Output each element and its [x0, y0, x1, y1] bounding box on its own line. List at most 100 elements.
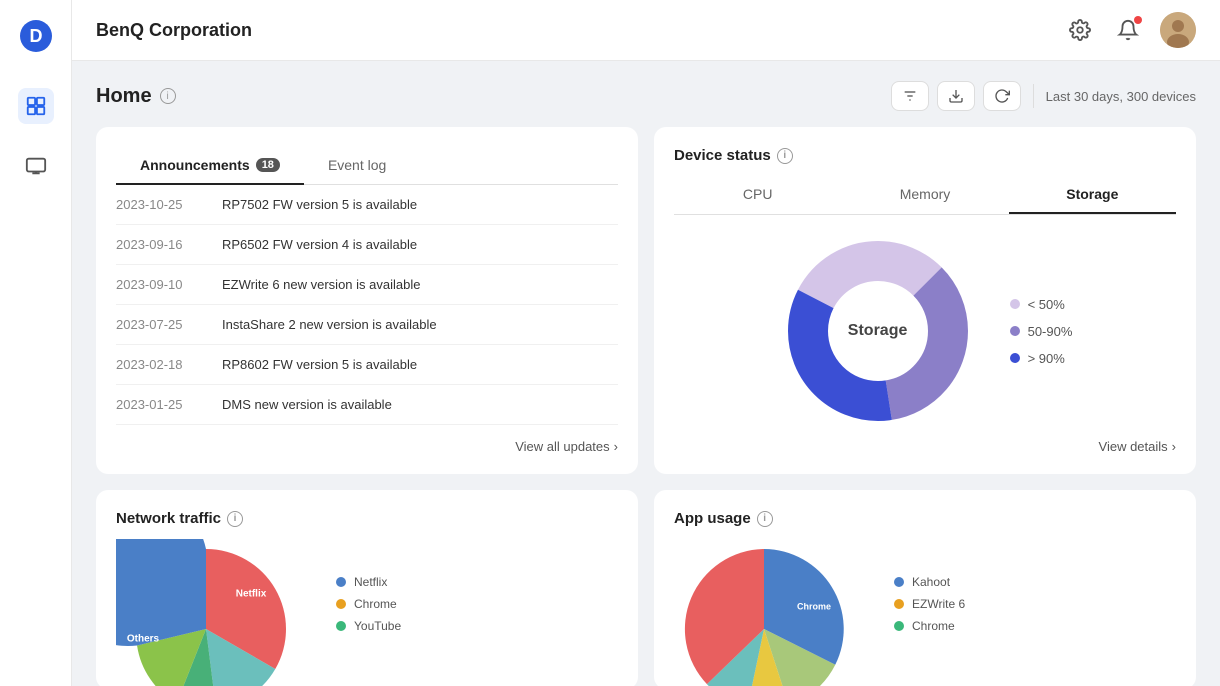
topbar: BenQ Corporation [72, 0, 1220, 61]
pie-dot [336, 599, 346, 609]
filter-label: Last 30 days, 300 devices [1046, 89, 1196, 104]
ann-text: EZWrite 6 new version is available [222, 277, 420, 292]
app-legend-item: Kahoot [894, 575, 965, 589]
svg-text:Others: Others [127, 634, 160, 645]
tab-memory[interactable]: Memory [841, 176, 1008, 214]
download-button[interactable] [937, 81, 975, 111]
sidebar-item-dashboard[interactable] [18, 88, 54, 124]
storage-chart-area: Storage < 50% 50-90% > 90% [674, 231, 1176, 431]
app-usage-title: App usage i [674, 510, 1176, 527]
ann-date: 2023-07-25 [116, 317, 206, 332]
network-legend-item: Netflix [336, 575, 401, 589]
announcement-item: 2023-02-18 RP8602 FW version 5 is availa… [116, 345, 618, 385]
topbar-actions [1064, 12, 1196, 48]
page-header-actions: Last 30 days, 300 devices [891, 81, 1196, 111]
device-status-tabs: CPU Memory Storage [674, 176, 1176, 215]
tab-storage[interactable]: Storage [1009, 176, 1176, 214]
settings-icon[interactable] [1064, 14, 1096, 46]
app-chart-area: Chrome Kahoot EZWrite 6 Chrome [674, 539, 1176, 669]
app-legend-item: Chrome [894, 619, 965, 633]
announcement-item: 2023-10-25 RP7502 FW version 5 is availa… [116, 185, 618, 225]
ann-date: 2023-09-16 [116, 237, 206, 252]
refresh-button[interactable] [983, 81, 1021, 111]
legend-dot [1010, 353, 1020, 363]
ann-date: 2023-02-18 [116, 357, 206, 372]
app-legend-item: EZWrite 6 [894, 597, 965, 611]
announcements-tabs: Announcements 18 Event log [116, 147, 618, 185]
network-legend-label: Chrome [354, 597, 397, 611]
network-traffic-title: Network traffic i [116, 510, 618, 527]
announcements-card: Announcements 18 Event log 2023-10-25 RP… [96, 127, 638, 474]
network-traffic-card: Network traffic i [96, 490, 638, 686]
logo: D [16, 16, 56, 56]
cards-grid: Announcements 18 Event log 2023-10-25 RP… [96, 127, 1196, 686]
svg-text:Chrome: Chrome [797, 601, 831, 611]
page-title-row: Home i [96, 85, 176, 108]
announcement-list: 2023-10-25 RP7502 FW version 5 is availa… [116, 185, 618, 427]
pie-dot [336, 577, 346, 587]
svg-text:Netflix: Netflix [236, 589, 267, 600]
legend-label: < 50% [1028, 297, 1065, 312]
page-info-icon[interactable]: i [160, 88, 176, 104]
page-header: Home i [96, 81, 1196, 111]
pie-dot [336, 621, 346, 631]
network-traffic-info-icon[interactable]: i [227, 511, 243, 527]
notification-badge [1134, 16, 1142, 24]
tab-announcements[interactable]: Announcements 18 [116, 147, 304, 185]
network-chart-area: Others Netflix Netflix Chrome YouTube [116, 539, 618, 669]
filter-button[interactable] [891, 81, 929, 111]
pie-dot [894, 577, 904, 587]
announcement-item: 2023-09-10 EZWrite 6 new version is avai… [116, 265, 618, 305]
ann-text: InstaShare 2 new version is available [222, 317, 437, 332]
ann-text: RP7502 FW version 5 is available [222, 197, 417, 212]
app-legend-label: EZWrite 6 [912, 597, 965, 611]
avatar[interactable] [1160, 12, 1196, 48]
sidebar-item-display[interactable] [18, 148, 54, 184]
legend-label: > 90% [1028, 351, 1065, 366]
pie-dot [894, 599, 904, 609]
notification-icon[interactable] [1112, 14, 1144, 46]
ann-date: 2023-10-25 [116, 197, 206, 212]
app-legend-label: Chrome [912, 619, 955, 633]
legend-item: > 90% [1010, 351, 1073, 366]
legend-dot [1010, 326, 1020, 336]
announcement-item: 2023-09-16 RP6502 FW version 4 is availa… [116, 225, 618, 265]
tab-cpu[interactable]: CPU [674, 176, 841, 214]
network-legend-item: YouTube [336, 619, 401, 633]
content-area: Home i [72, 61, 1220, 686]
legend-dot [1010, 299, 1020, 309]
device-status-info-icon[interactable]: i [777, 148, 793, 164]
announcement-item: 2023-07-25 InstaShare 2 new version is a… [116, 305, 618, 345]
app-usage-card: App usage i [654, 490, 1196, 686]
network-pie-chart: Others Netflix [116, 539, 316, 669]
pie-dot [894, 621, 904, 631]
page-title: Home [96, 85, 152, 108]
sidebar: D [0, 0, 72, 686]
header-divider [1033, 84, 1034, 108]
app-legend-label: Kahoot [912, 575, 950, 589]
tab-event-log[interactable]: Event log [304, 147, 410, 185]
announcement-item: 2023-01-25 DMS new version is available [116, 385, 618, 425]
view-details-link[interactable]: View details › [674, 431, 1176, 454]
ann-text: DMS new version is available [222, 397, 392, 412]
ann-date: 2023-09-10 [116, 277, 206, 292]
view-all-updates[interactable]: View all updates › [116, 427, 618, 454]
storage-legend: < 50% 50-90% > 90% [1010, 297, 1073, 366]
app-pie-chart: Chrome [674, 539, 874, 669]
ann-date: 2023-01-25 [116, 397, 206, 412]
app-usage-info-icon[interactable]: i [757, 511, 773, 527]
donut-center-label: Storage [848, 322, 908, 340]
svg-text:D: D [29, 26, 42, 46]
announcements-badge: 18 [256, 158, 280, 172]
app-legend: Kahoot EZWrite 6 Chrome [894, 575, 965, 633]
main-content: BenQ Corporation [72, 0, 1220, 686]
company-name: BenQ Corporation [96, 20, 252, 41]
legend-label: 50-90% [1028, 324, 1073, 339]
network-legend-label: YouTube [354, 619, 401, 633]
legend-item: < 50% [1010, 297, 1073, 312]
device-status-title: Device status i [674, 147, 1176, 164]
storage-donut-chart: Storage [778, 231, 978, 431]
device-status-card: Device status i CPU Memory Storage [654, 127, 1196, 474]
network-legend: Netflix Chrome YouTube [336, 575, 401, 633]
legend-item: 50-90% [1010, 324, 1073, 339]
